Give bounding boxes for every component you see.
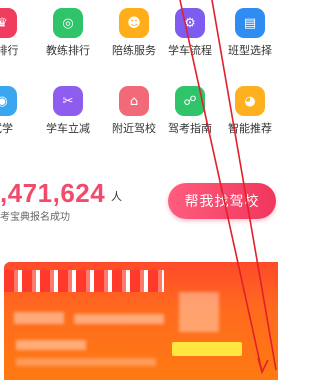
annotation-arrow-lines: [179, 0, 277, 375]
